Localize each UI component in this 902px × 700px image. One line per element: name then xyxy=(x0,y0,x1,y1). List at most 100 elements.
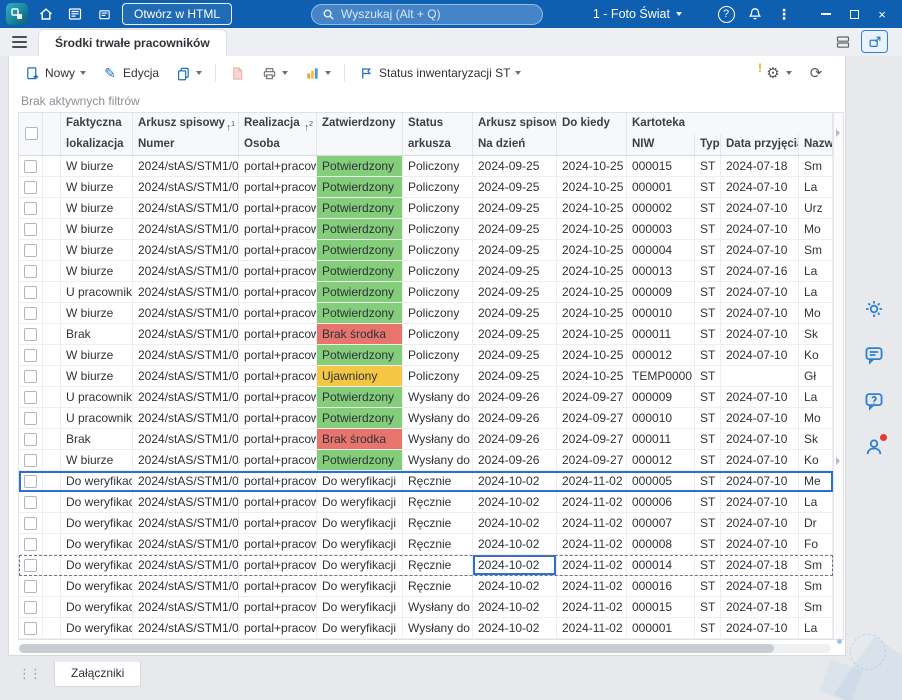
row-checkbox[interactable] xyxy=(24,369,37,383)
table-row[interactable]: W biurze2024/stAS/STM1/0portal+pracownPo… xyxy=(19,240,833,261)
column-group-header-lokalizacja[interactable]: Faktyczna xyxy=(61,113,133,134)
table-row[interactable]: U pracownika 2024/stAS/STM1/0 portal+praco… xyxy=(19,282,833,303)
open-new-window-button[interactable] xyxy=(861,30,888,53)
column-group-header-numer[interactable]: Arkusz spisowy ↑1 xyxy=(133,113,239,134)
row-checkbox[interactable] xyxy=(24,600,37,614)
select-all-checkbox[interactable] xyxy=(25,127,38,140)
column-group-header-osoba[interactable]: Realizacja ↑2 xyxy=(239,113,317,134)
assistant-icon[interactable] xyxy=(859,294,889,324)
row-checkbox[interactable] xyxy=(24,390,37,404)
column-header-do_kiedy[interactable] xyxy=(557,134,627,155)
table-row[interactable]: W biurze2024/stAS/STM1/0portal+pracownPo… xyxy=(19,219,833,240)
row-checkbox[interactable] xyxy=(24,201,37,215)
edit-button[interactable]: ✎ Edycja xyxy=(95,62,166,84)
horizontal-scrollbar-thumb[interactable] xyxy=(19,644,775,653)
table-row[interactable]: Brak2024/stAS/STM1/0portal+pracownBrak ś… xyxy=(19,429,833,450)
table-row[interactable]: W biurze2024/stAS/STM1/0portal+pracownPo… xyxy=(19,261,833,282)
row-checkbox[interactable] xyxy=(24,159,37,173)
row-checkbox[interactable] xyxy=(24,558,37,572)
row-checkbox[interactable] xyxy=(24,537,37,551)
new-button[interactable]: Nowy xyxy=(17,62,93,84)
chart-button[interactable] xyxy=(297,62,338,84)
hamburger-menu-icon[interactable] xyxy=(0,28,38,56)
row-checkbox[interactable] xyxy=(24,327,37,341)
table-row[interactable]: Do weryfikacji 2024/stAS/STM1/0 portal+pra… xyxy=(19,492,833,513)
column-header-typ[interactable]: Typ xyxy=(695,134,721,155)
table-row[interactable]: W biurze2024/stAS/STM1/0portal+pracownPo… xyxy=(19,450,833,471)
grid-vertical-scrollbar[interactable] xyxy=(833,113,843,639)
close-button[interactable]: × xyxy=(868,1,896,27)
table-row[interactable]: Do weryfikacji 2024/stAS/STM1/0 portal+pra… xyxy=(19,471,833,492)
row-checkbox[interactable] xyxy=(24,264,37,278)
table-row[interactable]: Do weryfikacji 2024/stAS/STM1/0 portal+pra… xyxy=(19,534,833,555)
row-checkbox[interactable] xyxy=(24,516,37,530)
table-row[interactable]: W biurze2024/stAS/STM1/0portal+pracownPo… xyxy=(19,345,833,366)
row-checkbox[interactable] xyxy=(24,621,37,635)
row-checkbox[interactable] xyxy=(24,453,37,467)
row-checkbox[interactable] xyxy=(24,306,37,320)
kebab-menu-icon[interactable]: ⋮ xyxy=(773,3,795,25)
bell-icon[interactable] xyxy=(744,3,766,25)
column-header-data_przyjecia[interactable]: Data przyjęcia xyxy=(721,134,799,155)
contact-icon[interactable] xyxy=(859,432,889,462)
search-input[interactable] xyxy=(341,7,533,21)
row-checkbox[interactable] xyxy=(24,180,37,194)
column-header-na_dzien[interactable]: Na dzień xyxy=(473,134,557,155)
refresh-button[interactable]: ⟳ xyxy=(801,62,831,84)
row-checkbox[interactable] xyxy=(24,495,37,509)
column-group-header-status[interactable]: Status xyxy=(403,113,473,134)
print-button[interactable] xyxy=(254,62,295,84)
tab-srodki-trwale-pracownikow[interactable]: Środki trwałe pracowników xyxy=(38,29,227,56)
column-header-nazwa[interactable]: Nazwa xyxy=(799,134,833,155)
drag-handle-icon[interactable]: ⋮⋮ xyxy=(18,666,42,682)
table-row[interactable]: Brak2024/stAS/STM1/0portal+pracownBrak ś… xyxy=(19,324,833,345)
minimize-button[interactable] xyxy=(812,1,840,27)
column-group-header-data_przyjecia[interactable] xyxy=(721,113,799,134)
table-row[interactable]: W biurze2024/stAS/STM1/0portal+pracownPo… xyxy=(19,177,833,198)
settings-button[interactable]: ⚙! xyxy=(758,62,799,84)
column-group-header-do_kiedy[interactable]: Do kiedy xyxy=(557,113,627,134)
table-row[interactable]: W biurze2024/stAS/STM1/0portal+pracownPo… xyxy=(19,156,833,177)
document-icon[interactable] xyxy=(93,3,115,25)
row-checkbox[interactable] xyxy=(24,222,37,236)
table-row[interactable]: Do weryfikacji 2024/stAS/STM1/0 portal+pra… xyxy=(19,618,833,639)
news-icon[interactable] xyxy=(64,3,86,25)
help-icon[interactable]: ? xyxy=(715,3,737,25)
table-row[interactable]: U pracownika 2024/stAS/STM1/0 portal+praco… xyxy=(19,408,833,429)
column-header-lokalizacja[interactable]: lokalizacja xyxy=(61,134,133,155)
table-row[interactable]: W biurze2024/stAS/STM1/0portal+pracownPo… xyxy=(19,198,833,219)
table-row[interactable]: Do weryfikacji 2024/stAS/STM1/0 portal+pra… xyxy=(19,576,833,597)
column-group-header-zatwierdzony[interactable]: Zatwierdzony xyxy=(317,113,403,134)
table-row[interactable]: W biurze2024/stAS/STM1/0portal+pracownPo… xyxy=(19,303,833,324)
table-row[interactable]: W biurze2024/stAS/STM1/0portal+pracownUj… xyxy=(19,366,833,387)
column-group-header-na_dzien[interactable]: Arkusz spisowy xyxy=(473,113,557,134)
column-header-niw[interactable]: NIW xyxy=(627,134,695,155)
horizontal-scrollbar[interactable] xyxy=(19,644,831,653)
column-header-status[interactable]: arkusza xyxy=(403,134,473,155)
copy-button[interactable] xyxy=(168,62,209,84)
open-in-html-button[interactable]: Otwórz w HTML xyxy=(122,3,233,25)
help-chat-icon[interactable] xyxy=(859,386,889,416)
app-logo-icon[interactable] xyxy=(6,3,28,25)
row-checkbox[interactable] xyxy=(24,474,37,488)
chat-icon[interactable] xyxy=(859,340,889,370)
inventory-status-button[interactable]: Status inwentaryzacji ST xyxy=(351,62,528,84)
column-group-header-typ[interactable] xyxy=(695,113,721,134)
column-group-header-nazwa[interactable] xyxy=(799,113,833,134)
column-header-numer[interactable]: Numer xyxy=(133,134,239,155)
table-row[interactable]: Do weryfikacji 2024/stAS/STM1/0 portal+pra… xyxy=(19,513,833,534)
company-selector[interactable]: 1 - Foto Świat xyxy=(593,7,682,21)
row-checkbox[interactable] xyxy=(24,348,37,362)
row-checkbox[interactable] xyxy=(24,285,37,299)
table-row[interactable]: Do weryfikacji 2024/stAS/STM1/0 portal+pra… xyxy=(19,597,833,618)
row-checkbox[interactable] xyxy=(24,411,37,425)
maximize-button[interactable] xyxy=(840,1,868,27)
column-header-osoba[interactable]: Osoba xyxy=(239,134,317,155)
row-checkbox[interactable] xyxy=(24,243,37,257)
column-header-zatwierdzony[interactable] xyxy=(317,134,403,155)
table-row[interactable]: U pracownika 2024/stAS/STM1/0 portal+praco… xyxy=(19,387,833,408)
search-box[interactable] xyxy=(311,3,544,25)
side-panel-icon[interactable] xyxy=(831,30,855,54)
tab-zalaczniki[interactable]: Załączniki xyxy=(54,662,142,687)
row-checkbox[interactable] xyxy=(24,432,37,446)
